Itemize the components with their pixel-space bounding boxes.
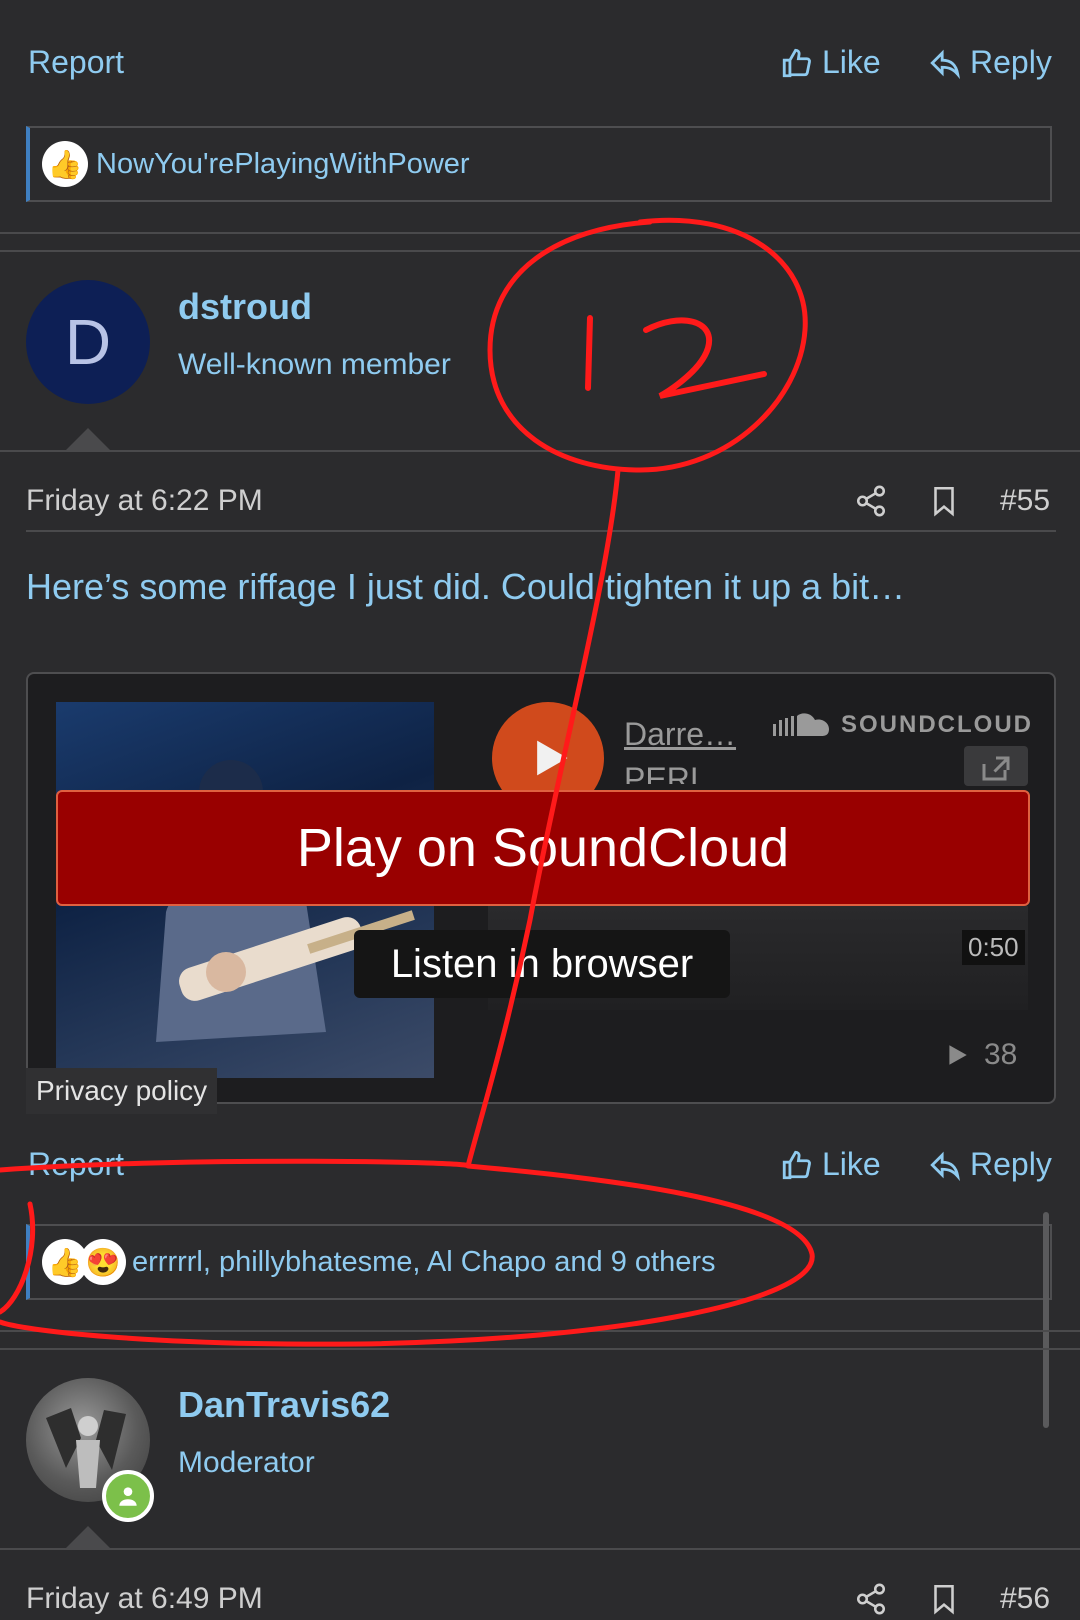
- heart-eyes-reaction-icon: 😍: [80, 1239, 126, 1285]
- avatar[interactable]: D: [26, 280, 150, 404]
- share-icon[interactable]: [854, 484, 888, 518]
- annotation-circle: [487, 217, 808, 473]
- divider: [26, 530, 1056, 532]
- username[interactable]: dstroud: [178, 286, 312, 328]
- soundcloud-logo-icon: [773, 713, 829, 736]
- play-count-value: 38: [984, 1038, 1018, 1071]
- soundcloud-label: SOUNDCLOUD: [841, 711, 1033, 738]
- reaction-users[interactable]: errrrrl, phillybhatesme, Al Chapo and 9 …: [132, 1246, 716, 1279]
- reply-icon: [930, 49, 960, 79]
- divider: [0, 1348, 1080, 1350]
- privacy-policy-link[interactable]: Privacy policy: [26, 1068, 218, 1114]
- like-label: Like: [822, 1146, 881, 1182]
- avatar-letter: D: [64, 306, 112, 378]
- reply-label: Reply: [970, 1146, 1052, 1182]
- reaction-bar[interactable]: 👍 NowYou'rePlayingWithPower: [26, 126, 1052, 202]
- thumbs-up-icon: [782, 48, 811, 77]
- user-title: Moderator: [178, 1446, 315, 1479]
- post-date[interactable]: Friday at 6:49 PM: [26, 1582, 263, 1616]
- track-duration: 0:50: [962, 930, 1025, 965]
- reply-button[interactable]: Reply: [928, 1146, 1052, 1183]
- share-icon[interactable]: [854, 1582, 888, 1616]
- caret: [64, 1526, 112, 1550]
- divider: [0, 250, 1080, 252]
- soundcloud-embed: Darre… PERI SOUNDCLOUD Play on SoundClou…: [26, 672, 1056, 1104]
- play-icon: [537, 740, 568, 776]
- post-number[interactable]: #56: [1000, 1582, 1050, 1616]
- divider: [0, 1548, 1080, 1550]
- bookmark-icon[interactable]: [927, 484, 961, 518]
- annotation-number-12: [585, 315, 767, 399]
- thumbs-up-reaction-icon: 👍: [42, 141, 88, 187]
- listen-in-browser-button[interactable]: Listen in browser: [354, 930, 730, 998]
- user-icon: [119, 1487, 137, 1506]
- like-label: Like: [822, 44, 881, 80]
- reply-label: Reply: [970, 44, 1052, 80]
- caret: [64, 428, 112, 452]
- reply-icon: [930, 1151, 960, 1181]
- play-count: 38: [944, 1038, 1017, 1072]
- divider: [0, 450, 1080, 452]
- plays-icon: [949, 1045, 967, 1065]
- report-link[interactable]: Report: [28, 44, 124, 81]
- track-title[interactable]: PERI: [624, 760, 699, 784]
- reaction-bar[interactable]: 👍 😍 errrrrl, phillybhatesme, Al Chapo an…: [26, 1224, 1052, 1300]
- reply-button[interactable]: Reply: [928, 44, 1052, 81]
- bookmark-icon[interactable]: [927, 1582, 961, 1616]
- like-button[interactable]: Like: [780, 1146, 881, 1183]
- reaction-users[interactable]: NowYou'rePlayingWithPower: [96, 148, 470, 181]
- like-button[interactable]: Like: [780, 44, 881, 81]
- share-arrow-icon: [982, 756, 1010, 781]
- username[interactable]: DanTravis62: [178, 1384, 390, 1426]
- soundcloud-brand[interactable]: SOUNDCLOUD: [773, 710, 1033, 740]
- divider: [0, 232, 1080, 234]
- thumbs-up-icon: [782, 1150, 811, 1179]
- post-number[interactable]: #55: [1000, 484, 1050, 518]
- scrollbar[interactable]: [1043, 1212, 1049, 1428]
- play-on-soundcloud-button[interactable]: Play on SoundCloud: [56, 790, 1030, 906]
- track-artist[interactable]: Darre…: [624, 716, 736, 753]
- divider: [0, 1330, 1080, 1332]
- post-body: Here’s some riffage I just did. Could ti…: [26, 566, 906, 607]
- online-status-icon: [102, 1470, 154, 1522]
- post-date[interactable]: Friday at 6:22 PM: [26, 484, 263, 518]
- share-track-button[interactable]: [964, 746, 1028, 786]
- user-title: Well-known member: [178, 348, 451, 381]
- report-link[interactable]: Report: [28, 1146, 124, 1183]
